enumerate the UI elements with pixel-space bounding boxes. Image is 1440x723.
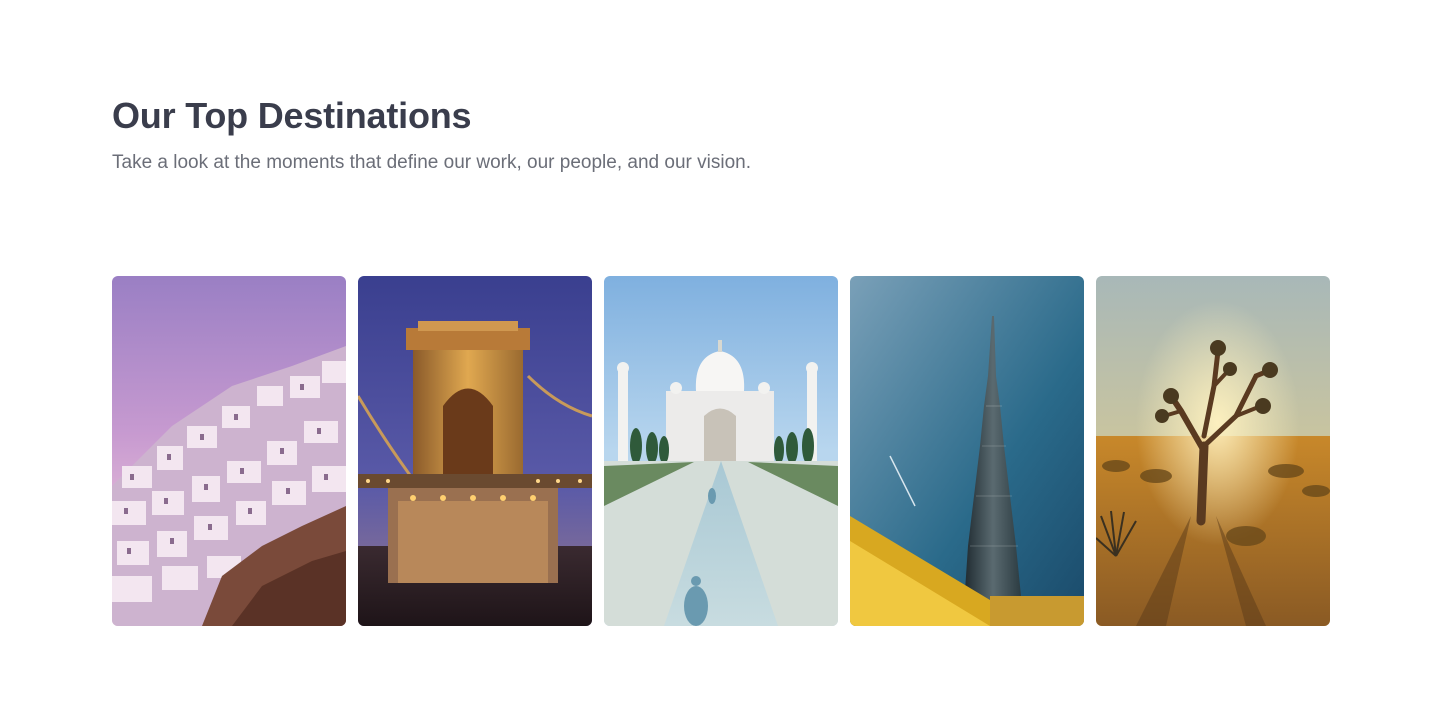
section-title: Our Top Destinations xyxy=(112,95,472,136)
destination-card-chain-bridge[interactable] xyxy=(358,276,592,626)
chain-bridge-photo xyxy=(358,276,592,626)
section-subtitle: Take a look at the moments that define o… xyxy=(112,152,751,173)
destination-card-burj-khalifa[interactable] xyxy=(850,276,1084,626)
burj-khalifa-photo xyxy=(850,276,1084,626)
santorini-photo xyxy=(112,276,346,626)
destinations-section: Our Top Destinations Take a look at the … xyxy=(0,0,1440,723)
destination-card-taj-mahal[interactable] xyxy=(604,276,838,626)
taj-mahal-photo xyxy=(604,276,838,626)
joshua-tree-photo xyxy=(1096,276,1330,626)
destination-gallery xyxy=(112,276,1330,626)
destination-card-joshua-tree[interactable] xyxy=(1096,276,1330,626)
destination-card-santorini[interactable] xyxy=(112,276,346,626)
section-header: Our Top Destinations Take a look at the … xyxy=(112,94,751,176)
